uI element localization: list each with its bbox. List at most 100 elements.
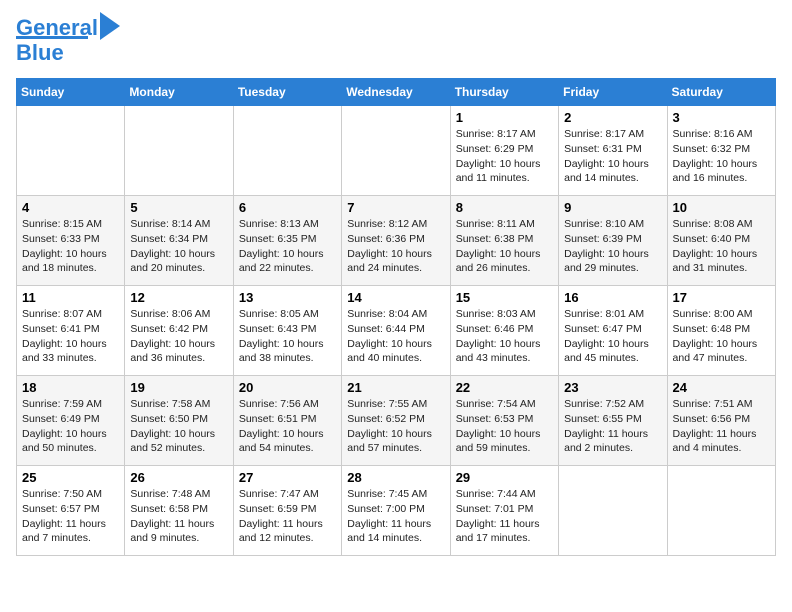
day-info: Sunrise: 8:13 AM Sunset: 6:35 PM Dayligh… [239,217,336,276]
day-number: 23 [564,380,661,395]
day-number: 29 [456,470,553,485]
day-info: Sunrise: 8:05 AM Sunset: 6:43 PM Dayligh… [239,307,336,366]
day-info: Sunrise: 8:03 AM Sunset: 6:46 PM Dayligh… [456,307,553,366]
day-info: Sunrise: 7:48 AM Sunset: 6:58 PM Dayligh… [130,487,227,546]
day-number: 10 [673,200,770,215]
calendar-cell: 7 Sunrise: 8:12 AM Sunset: 6:36 PM Daylig… [342,196,450,286]
calendar-cell: 18 Sunrise: 7:59 AM Sunset: 6:49 PM Dayli… [17,376,125,466]
calendar-table: SundayMondayTuesdayWednesdayThursdayFrid… [16,78,776,556]
calendar-cell: 15 Sunrise: 8:03 AM Sunset: 6:46 PM Dayli… [450,286,558,376]
calendar-cell: 28 Sunrise: 7:45 AM Sunset: 7:00 PM Dayli… [342,466,450,556]
day-number: 1 [456,110,553,125]
calendar-cell: 21 Sunrise: 7:55 AM Sunset: 6:52 PM Dayli… [342,376,450,466]
calendar-cell [17,106,125,196]
day-info: Sunrise: 7:56 AM Sunset: 6:51 PM Dayligh… [239,397,336,456]
calendar-cell: 13 Sunrise: 8:05 AM Sunset: 6:43 PM Dayli… [233,286,341,376]
calendar-cell: 16Sunrise: 8:01 AM Sunset: 6:47 PM Dayli… [559,286,667,376]
day-info: Sunrise: 7:52 AM Sunset: 6:55 PM Dayligh… [564,397,661,456]
day-number: 28 [347,470,444,485]
day-number: 13 [239,290,336,305]
day-header-tuesday: Tuesday [233,79,341,106]
day-info: Sunrise: 7:58 AM Sunset: 6:50 PM Dayligh… [130,397,227,456]
calendar-header-row: SundayMondayTuesdayWednesdayThursdayFrid… [17,79,776,106]
calendar-cell: 4 Sunrise: 8:15 AM Sunset: 6:33 PM Daylig… [17,196,125,286]
day-info: Sunrise: 8:16 AM Sunset: 6:32 PM Dayligh… [673,127,770,186]
day-info: Sunrise: 8:15 AM Sunset: 6:33 PM Dayligh… [22,217,119,276]
day-info: Sunrise: 8:06 AM Sunset: 6:42 PM Dayligh… [130,307,227,366]
calendar-cell: 8Sunrise: 8:11 AM Sunset: 6:38 PM Daylig… [450,196,558,286]
day-number: 20 [239,380,336,395]
week-row-4: 18 Sunrise: 7:59 AM Sunset: 6:49 PM Dayli… [17,376,776,466]
calendar-cell: 26 Sunrise: 7:48 AM Sunset: 6:58 PM Dayli… [125,466,233,556]
day-info: Sunrise: 7:59 AM Sunset: 6:49 PM Dayligh… [22,397,119,456]
calendar-cell: 12 Sunrise: 8:06 AM Sunset: 6:42 PM Dayli… [125,286,233,376]
day-info: Sunrise: 7:50 AM Sunset: 6:57 PM Dayligh… [22,487,119,546]
day-number: 14 [347,290,444,305]
day-info: Sunrise: 7:55 AM Sunset: 6:52 PM Dayligh… [347,397,444,456]
day-number: 19 [130,380,227,395]
day-info: Sunrise: 8:11 AM Sunset: 6:38 PM Dayligh… [456,217,553,276]
day-number: 22 [456,380,553,395]
day-info: Sunrise: 7:47 AM Sunset: 6:59 PM Dayligh… [239,487,336,546]
day-info: Sunrise: 7:44 AM Sunset: 7:01 PM Dayligh… [456,487,553,546]
day-number: 12 [130,290,227,305]
calendar-cell: 10 Sunrise: 8:08 AM Sunset: 6:40 PM Dayli… [667,196,775,286]
day-info: Sunrise: 8:17 AM Sunset: 6:29 PM Dayligh… [456,127,553,186]
day-number: 2 [564,110,661,125]
day-number: 4 [22,200,119,215]
day-header-monday: Monday [125,79,233,106]
day-info: Sunrise: 8:12 AM Sunset: 6:36 PM Dayligh… [347,217,444,276]
calendar-cell [125,106,233,196]
calendar-cell: 29 Sunrise: 7:44 AM Sunset: 7:01 PM Dayli… [450,466,558,556]
day-info: Sunrise: 7:45 AM Sunset: 7:00 PM Dayligh… [347,487,444,546]
day-info: Sunrise: 8:14 AM Sunset: 6:34 PM Dayligh… [130,217,227,276]
calendar-cell: 20 Sunrise: 7:56 AM Sunset: 6:51 PM Dayli… [233,376,341,466]
day-info: Sunrise: 8:01 AM Sunset: 6:47 PM Dayligh… [564,307,661,366]
calendar-cell: 14 Sunrise: 8:04 AM Sunset: 6:44 PM Dayli… [342,286,450,376]
week-row-3: 11 Sunrise: 8:07 AM Sunset: 6:41 PM Dayli… [17,286,776,376]
day-number: 11 [22,290,119,305]
calendar-cell: 17Sunrise: 8:00 AM Sunset: 6:48 PM Dayli… [667,286,775,376]
day-number: 27 [239,470,336,485]
day-info: Sunrise: 8:10 AM Sunset: 6:39 PM Dayligh… [564,217,661,276]
day-info: Sunrise: 7:54 AM Sunset: 6:53 PM Dayligh… [456,397,553,456]
day-number: 9 [564,200,661,215]
calendar-cell: 27 Sunrise: 7:47 AM Sunset: 6:59 PM Dayli… [233,466,341,556]
day-number: 18 [22,380,119,395]
day-number: 21 [347,380,444,395]
logo-blue-text: Blue [16,36,88,66]
calendar-cell [559,466,667,556]
calendar-cell: 19 Sunrise: 7:58 AM Sunset: 6:50 PM Dayli… [125,376,233,466]
day-header-sunday: Sunday [17,79,125,106]
day-header-thursday: Thursday [450,79,558,106]
day-number: 3 [673,110,770,125]
calendar-cell: 6 Sunrise: 8:13 AM Sunset: 6:35 PM Daylig… [233,196,341,286]
calendar-cell [667,466,775,556]
calendar-cell: 11 Sunrise: 8:07 AM Sunset: 6:41 PM Dayli… [17,286,125,376]
logo: General Blue [16,16,120,66]
day-header-friday: Friday [559,79,667,106]
week-row-2: 4 Sunrise: 8:15 AM Sunset: 6:33 PM Daylig… [17,196,776,286]
day-number: 26 [130,470,227,485]
day-header-saturday: Saturday [667,79,775,106]
day-number: 6 [239,200,336,215]
calendar-cell: 1 Sunrise: 8:17 AM Sunset: 6:29 PM Daylig… [450,106,558,196]
calendar-cell [342,106,450,196]
calendar-cell: 22 Sunrise: 7:54 AM Sunset: 6:53 PM Dayli… [450,376,558,466]
calendar-cell: 23 Sunrise: 7:52 AM Sunset: 6:55 PM Dayli… [559,376,667,466]
day-info: Sunrise: 8:07 AM Sunset: 6:41 PM Dayligh… [22,307,119,366]
calendar-cell: 25Sunrise: 7:50 AM Sunset: 6:57 PM Dayli… [17,466,125,556]
calendar-cell: 9 Sunrise: 8:10 AM Sunset: 6:39 PM Daylig… [559,196,667,286]
day-info: Sunrise: 7:51 AM Sunset: 6:56 PM Dayligh… [673,397,770,456]
day-number: 5 [130,200,227,215]
day-info: Sunrise: 8:04 AM Sunset: 6:44 PM Dayligh… [347,307,444,366]
calendar-cell: 5 Sunrise: 8:14 AM Sunset: 6:34 PM Daylig… [125,196,233,286]
calendar-cell: 24Sunrise: 7:51 AM Sunset: 6:56 PM Dayli… [667,376,775,466]
page-header: General Blue [16,16,776,66]
day-number: 15 [456,290,553,305]
day-info: Sunrise: 8:17 AM Sunset: 6:31 PM Dayligh… [564,127,661,186]
day-info: Sunrise: 8:08 AM Sunset: 6:40 PM Dayligh… [673,217,770,276]
day-header-wednesday: Wednesday [342,79,450,106]
day-number: 7 [347,200,444,215]
calendar-cell: 2 Sunrise: 8:17 AM Sunset: 6:31 PM Daylig… [559,106,667,196]
